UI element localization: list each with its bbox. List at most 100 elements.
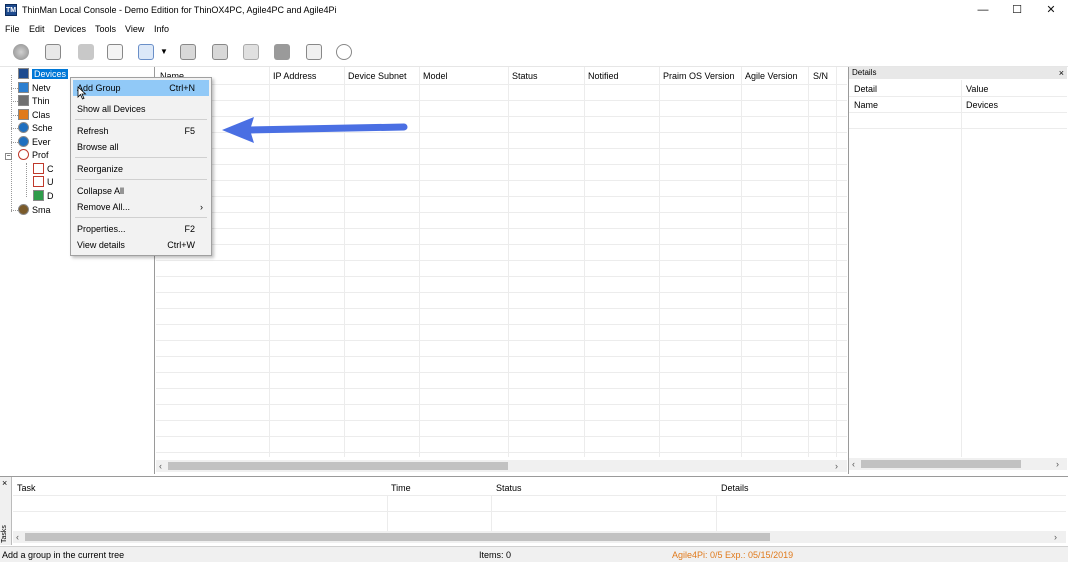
remote-icon[interactable] [274, 44, 290, 60]
tm-icon [18, 68, 29, 79]
scroll-thumb[interactable] [168, 462, 508, 470]
details-row-value: Devices [966, 100, 999, 110]
status-hint: Add a group in the current tree [2, 550, 125, 560]
col-header-praim-os[interactable]: Praim OS Version [663, 71, 735, 81]
reset-icon[interactable] [243, 44, 259, 60]
tree-item-profiles[interactable]: Prof [18, 149, 49, 162]
maximize-button[interactable]: ☐ [1000, 0, 1034, 21]
tree-item-devices[interactable]: Devices [18, 68, 69, 81]
refresh-icon[interactable] [45, 44, 61, 60]
menu-devices[interactable]: Devices [54, 24, 86, 34]
menu-item-view-details[interactable]: View details Ctrl+W [73, 237, 209, 253]
search-icon[interactable] [336, 44, 352, 60]
details-col-value: Value [966, 84, 989, 94]
network-icon [18, 82, 29, 93]
details-row-label: Name [854, 100, 879, 110]
menu-item-add-group[interactable]: Add Group Ctrl+N [73, 80, 209, 96]
power-icon[interactable] [180, 44, 196, 60]
scroll-left-icon[interactable]: ‹ [159, 460, 162, 472]
app-icon: TM [5, 4, 17, 16]
col-header-ip[interactable]: IP Address [273, 71, 316, 81]
class-icon [18, 109, 29, 120]
menu-view[interactable]: View [125, 24, 144, 34]
menu-item-reorganize[interactable]: Reorganize [73, 161, 209, 177]
menu-item-remove-all[interactable]: Remove All... › [73, 199, 209, 215]
tree-item-classes[interactable]: Clas [18, 109, 50, 122]
menu-edit[interactable]: Edit [29, 24, 45, 34]
tree-item-network[interactable]: Netv [18, 82, 51, 95]
window-title: ThinMan Local Console - Demo Edition for… [22, 5, 337, 15]
scroll-left-icon[interactable]: ‹ [852, 458, 855, 470]
mouse-cursor-icon [77, 86, 87, 100]
menu-bar: File Edit Devices Tools View Info [0, 21, 1068, 37]
tools-icon[interactable] [78, 44, 94, 60]
tasks-horizontal-scrollbar[interactable]: ‹ › [13, 531, 1066, 543]
menu-file[interactable]: File [5, 24, 20, 34]
status-license: Agile4Pi: 0/5 Exp.: 05/15/2019 [672, 550, 794, 560]
tree-item-schedule[interactable]: Sche [18, 122, 53, 135]
tree-item-smart[interactable]: Sma [18, 204, 51, 217]
profile-u-icon [33, 176, 44, 187]
details-horizontal-scrollbar[interactable]: ‹ › [849, 458, 1067, 470]
profile-d-icon [33, 190, 44, 201]
menu-item-refresh[interactable]: Refresh F5 [73, 123, 209, 139]
shutdown-icon[interactable] [212, 44, 228, 60]
tasks-col-task: Task [17, 483, 36, 493]
menu-info[interactable]: Info [154, 24, 169, 34]
event-icon [18, 136, 29, 147]
tree-item-profile-d[interactable]: D [33, 190, 54, 203]
tree-item-thinos[interactable]: Thin [18, 95, 50, 108]
col-header-agile[interactable]: Agile Version [745, 71, 798, 81]
check-icon[interactable] [107, 44, 123, 60]
schedule-icon [18, 122, 29, 133]
tasks-sidebar: × Tasks [0, 477, 12, 545]
thinos-icon [18, 95, 29, 106]
menu-item-browse-all[interactable]: Browse all [73, 139, 209, 155]
tasks-tab[interactable]: Tasks [1, 525, 8, 543]
tree-item-profile-u[interactable]: U [33, 176, 54, 189]
tasks-col-time: Time [391, 483, 411, 493]
chevron-down-icon[interactable]: ▼ [159, 44, 169, 60]
details-panel: Details × Detail Value Name Devices ‹ › [848, 67, 1067, 474]
list-horizontal-scrollbar[interactable]: ‹ › [156, 460, 847, 472]
view-grid-icon[interactable] [138, 44, 154, 60]
title-bar: TM ThinMan Local Console - Demo Edition … [0, 0, 1068, 21]
status-bar: Add a group in the current tree Items: 0… [0, 546, 1068, 562]
col-header-notified[interactable]: Notified [588, 71, 619, 81]
tasks-col-details: Details [721, 483, 749, 493]
menu-item-properties[interactable]: Properties... F2 [73, 221, 209, 237]
window-icon[interactable] [306, 44, 322, 60]
col-header-subnet[interactable]: Device Subnet [348, 71, 407, 81]
details-col-detail: Detail [854, 84, 878, 94]
profile-c-icon [33, 163, 44, 174]
col-header-status[interactable]: Status [512, 71, 538, 81]
scroll-thumb[interactable] [25, 533, 770, 541]
close-button[interactable]: ✕ [1034, 0, 1068, 21]
annotation-arrow-icon [222, 117, 408, 143]
scroll-right-icon[interactable]: › [835, 460, 838, 472]
scroll-right-icon[interactable]: › [1056, 458, 1059, 470]
scroll-right-icon[interactable]: › [1054, 531, 1057, 543]
scroll-thumb[interactable] [861, 460, 1021, 468]
menu-item-show-all[interactable]: Show all Devices [73, 101, 209, 117]
minimize-button[interactable]: — [966, 0, 1000, 21]
tasks-col-status: Status [496, 483, 522, 493]
context-menu: Add Group Ctrl+N Show all Devices Refres… [70, 77, 212, 256]
menu-item-collapse-all[interactable]: Collapse All [73, 183, 209, 199]
scroll-left-icon[interactable]: ‹ [16, 531, 19, 543]
globe-icon[interactable] [13, 44, 29, 60]
smart-icon [18, 204, 29, 215]
collapse-toggle-icon[interactable]: − [5, 153, 12, 160]
details-close-icon[interactable]: × [1059, 67, 1064, 79]
tasks-close-icon[interactable]: × [2, 478, 7, 488]
profile-icon [18, 149, 29, 160]
status-items-count: Items: 0 [479, 550, 512, 560]
col-header-sn[interactable]: S/N [813, 71, 828, 81]
submenu-arrow-icon: › [200, 202, 203, 212]
menu-tools[interactable]: Tools [95, 24, 116, 34]
tree-item-events[interactable]: Ever [18, 136, 51, 149]
list-header: Name IP Address Device Subnet Model Stat… [156, 69, 847, 84]
col-header-model[interactable]: Model [423, 71, 448, 81]
tasks-panel: × Tasks Task Time Status Details ‹ › [0, 476, 1068, 545]
tree-item-profile-c[interactable]: C [33, 163, 54, 176]
